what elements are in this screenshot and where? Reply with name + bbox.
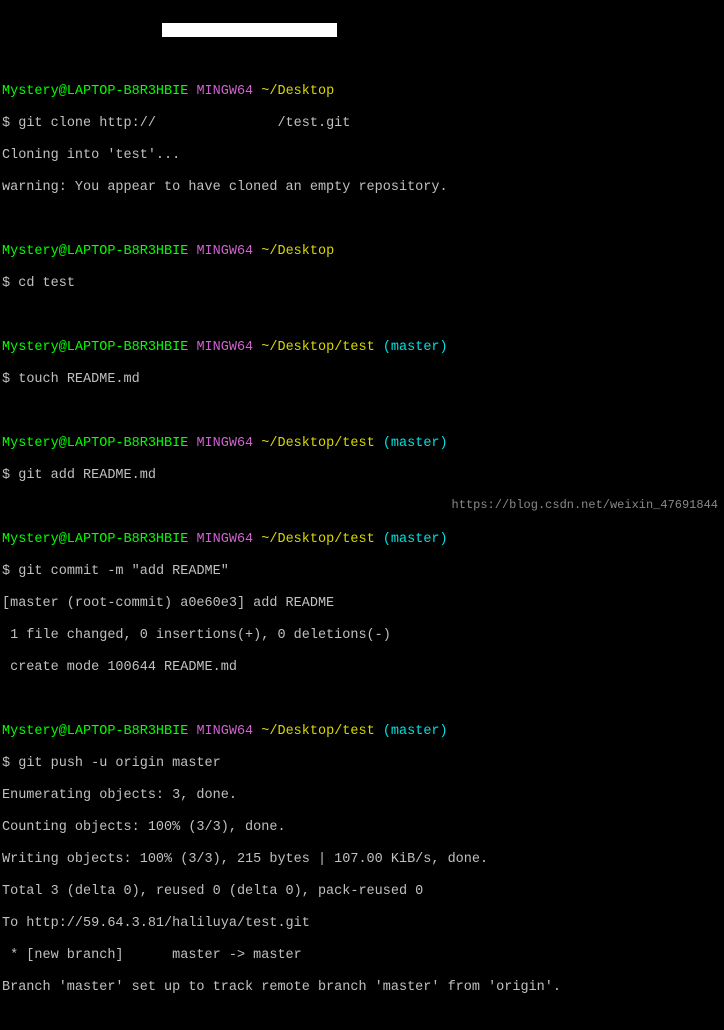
out-push-5: To http://59.64.3.81/haliluya/test.git <box>2 916 724 932</box>
out-push-7: Branch 'master' set up to track remote b… <box>2 980 724 996</box>
prompt-line-4: Mystery@LAPTOP-B8R3HBIE MINGW64 ~/Deskto… <box>2 436 724 452</box>
cmd-line-2: $ cd test <box>2 276 724 292</box>
command-cd: cd test <box>18 276 75 291</box>
blank <box>2 692 724 708</box>
prompt-line-5: Mystery@LAPTOP-B8R3HBIE MINGW64 ~/Deskto… <box>2 532 724 548</box>
out-push-4: Total 3 (delta 0), reused 0 (delta 0), p… <box>2 884 724 900</box>
cmd-line-4: $ git add README.md <box>2 468 724 484</box>
prompt-line-1: Mystery@LAPTOP-B8R3HBIE MINGW64 ~/Deskto… <box>2 84 724 100</box>
command-add: git add README.md <box>18 468 156 483</box>
redaction-box <box>162 23 337 37</box>
command-clone: git clone http:// /test.git <box>18 116 350 131</box>
command-push: git push -u origin master <box>18 756 221 771</box>
cmd-line-3: $ touch README.md <box>2 372 724 388</box>
terminal-output[interactable]: Mystery@LAPTOP-B8R3HBIE MINGW64 ~/Deskto… <box>2 68 724 1012</box>
prompt-line-2: Mystery@LAPTOP-B8R3HBIE MINGW64 ~/Deskto… <box>2 244 724 260</box>
user-host: Mystery@LAPTOP-B8R3HBIE <box>2 84 188 99</box>
cmd-line-5: $ git commit -m "add README" <box>2 564 724 580</box>
prompt-sym: $ <box>2 116 10 131</box>
out-push-2: Counting objects: 100% (3/3), done. <box>2 820 724 836</box>
blank <box>2 404 724 420</box>
blank <box>2 212 724 228</box>
cmd-line-6: $ git push -u origin master <box>2 756 724 772</box>
watermark: https://blog.csdn.net/weixin_47691844 <box>452 497 718 513</box>
out-commit-2: 1 file changed, 0 insertions(+), 0 delet… <box>2 628 724 644</box>
prompt-line-6: Mystery@LAPTOP-B8R3HBIE MINGW64 ~/Deskto… <box>2 724 724 740</box>
out-commit-1: [master (root-commit) a0e60e3] add READM… <box>2 596 724 612</box>
command-touch: touch README.md <box>18 372 140 387</box>
out-clone-2: warning: You appear to have cloned an em… <box>2 180 724 196</box>
prompt-line-3: Mystery@LAPTOP-B8R3HBIE MINGW64 ~/Deskto… <box>2 340 724 356</box>
out-commit-3: create mode 100644 README.md <box>2 660 724 676</box>
out-clone-1: Cloning into 'test'... <box>2 148 724 164</box>
branch: (master) <box>383 340 448 355</box>
out-push-1: Enumerating objects: 3, done. <box>2 788 724 804</box>
out-push-3: Writing objects: 100% (3/3), 215 bytes |… <box>2 852 724 868</box>
cwd: ~/Desktop <box>261 84 334 99</box>
command-commit: git commit -m "add README" <box>18 564 229 579</box>
out-push-6: * [new branch] master -> master <box>2 948 724 964</box>
cmd-line-1: $ git clone http:// /test.git <box>2 116 724 132</box>
blank <box>2 308 724 324</box>
env: MINGW64 <box>196 84 253 99</box>
